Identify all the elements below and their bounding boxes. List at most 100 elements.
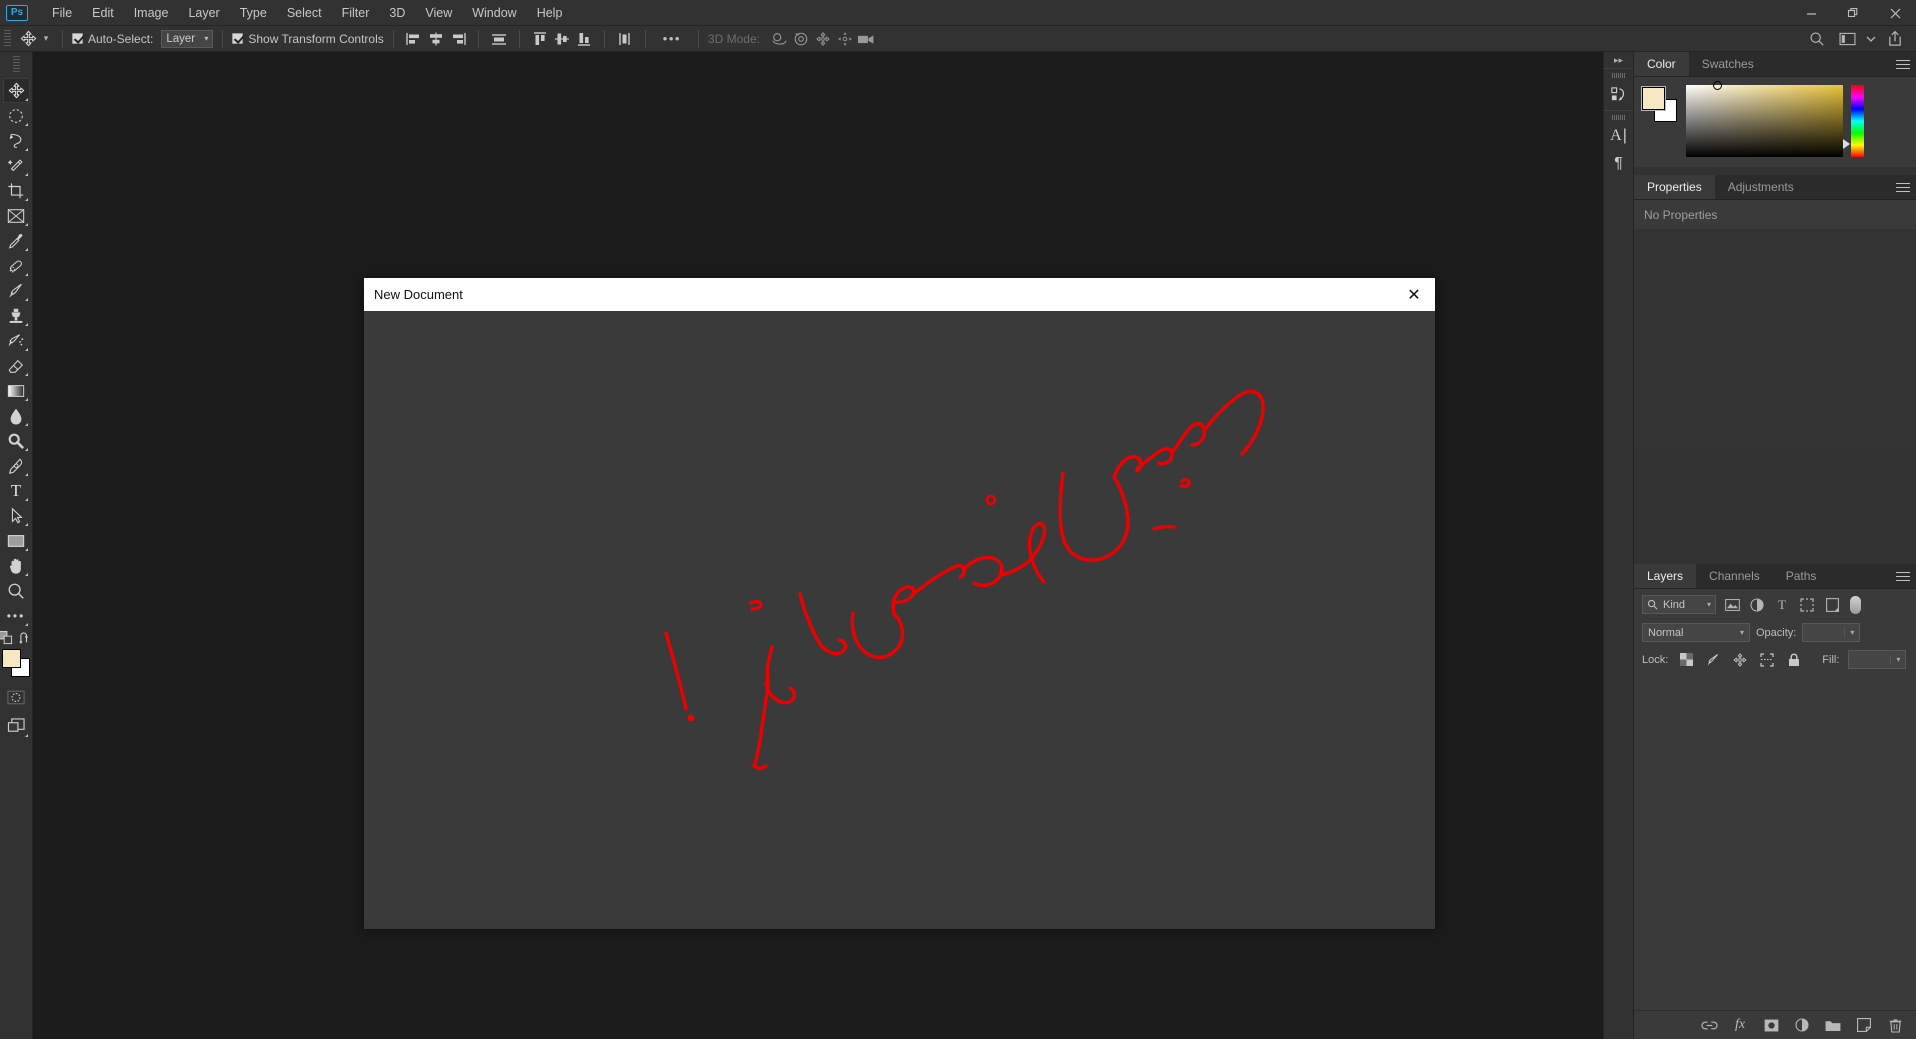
tab-swatches[interactable]: Swatches (1688, 52, 1767, 76)
panel-menu-icon[interactable] (1896, 57, 1910, 71)
pan-3d-icon[interactable] (812, 28, 834, 50)
move-tool-icon[interactable] (17, 28, 39, 50)
new-adjustment-layer-icon[interactable] (1793, 1016, 1811, 1034)
character-icon[interactable]: A | (1604, 122, 1633, 150)
menu-item-layer[interactable]: Layer (178, 2, 229, 24)
dodge-tool[interactable] (3, 428, 30, 453)
tool-preset-chevron-icon[interactable]: ▾ (39, 33, 53, 44)
color-panel-swatches[interactable] (1641, 86, 1678, 123)
panel-group-grip[interactable] (1611, 73, 1626, 78)
frame-tool[interactable] (3, 203, 30, 228)
rectangle-tool[interactable] (3, 528, 30, 553)
document-title-bar[interactable]: New Document ✕ (364, 278, 1435, 311)
lock-transparent-pixels-icon[interactable] (1677, 651, 1695, 669)
tab-color[interactable]: Color (1634, 52, 1689, 76)
menu-item-window[interactable]: Window (462, 2, 526, 24)
fill-field[interactable]: ▾ (1848, 650, 1907, 669)
filter-smart-object-icon[interactable] (1823, 596, 1841, 614)
roll-3d-icon[interactable] (790, 28, 812, 50)
foreground-background-color[interactable] (2, 649, 30, 677)
tab-properties[interactable]: Properties (1634, 175, 1715, 199)
align-bottom-edges-icon[interactable] (573, 28, 595, 50)
eyedropper-tool[interactable] (3, 228, 30, 253)
chevron-down-icon[interactable]: ▾ (1890, 655, 1905, 664)
tab-channels[interactable]: Channels (1696, 564, 1773, 588)
blur-tool[interactable] (3, 403, 30, 428)
layer-style-fx-icon[interactable]: fx (1731, 1016, 1749, 1034)
filter-pixel-icon[interactable] (1723, 596, 1741, 614)
menu-item-image[interactable]: Image (124, 2, 179, 24)
expand-panels-icon[interactable]: ▸▸ (1604, 52, 1633, 68)
lock-position-icon[interactable] (1731, 651, 1749, 669)
show-transform-controls-group[interactable]: Show Transform Controls (232, 32, 384, 46)
blend-mode-dropdown[interactable]: Normal ▾ (1642, 623, 1750, 642)
new-group-icon[interactable] (1824, 1016, 1842, 1034)
options-bar-grip[interactable] (4, 29, 11, 48)
document-canvas[interactable] (364, 311, 1435, 929)
panel-menu-icon[interactable] (1896, 180, 1910, 194)
add-layer-mask-icon[interactable] (1762, 1016, 1780, 1034)
panel-group-grip-2[interactable] (1611, 115, 1626, 120)
align-vertical-centers-icon[interactable] (551, 28, 573, 50)
close-button[interactable] (1874, 0, 1916, 26)
swap-colors-icon[interactable] (19, 631, 33, 645)
gradient-tool[interactable] (3, 378, 30, 403)
screen-mode-icon[interactable] (3, 714, 30, 739)
align-left-edges-icon[interactable] (403, 28, 425, 50)
filter-enable-toggle[interactable] (1850, 595, 1861, 614)
spot-healing-brush-tool[interactable] (3, 253, 30, 278)
align-horizontal-centers-icon[interactable] (425, 28, 447, 50)
filter-adjustment-icon[interactable] (1748, 596, 1766, 614)
auto-select-checkbox[interactable] (72, 33, 83, 44)
lock-all-icon[interactable] (1785, 651, 1803, 669)
history-icon[interactable] (1604, 80, 1633, 108)
auto-select-target-dropdown[interactable]: Layer ▾ (161, 29, 214, 48)
align-top-edges-icon[interactable] (529, 28, 551, 50)
color-cursor-icon[interactable] (1713, 81, 1722, 90)
new-layer-icon[interactable] (1855, 1016, 1873, 1034)
filter-type-icon[interactable]: T (1773, 596, 1791, 614)
menu-item-select[interactable]: Select (277, 2, 332, 24)
share-icon[interactable] (1882, 28, 1908, 50)
search-icon[interactable] (1804, 28, 1830, 50)
opacity-value[interactable] (1803, 624, 1844, 641)
menu-item-view[interactable]: View (415, 2, 462, 24)
path-selection-tool[interactable] (3, 503, 30, 528)
menu-item-file[interactable]: File (42, 2, 82, 24)
delete-layer-icon[interactable] (1886, 1016, 1904, 1034)
move-tool[interactable] (2, 78, 30, 103)
menu-item-help[interactable]: Help (527, 2, 573, 24)
magic-wand-tool[interactable] (3, 153, 30, 178)
distribute-vertically-icon[interactable] (614, 28, 636, 50)
lock-artboard-nesting-icon[interactable] (1758, 651, 1776, 669)
lock-image-pixels-icon[interactable] (1704, 651, 1722, 669)
tab-layers[interactable]: Layers (1634, 564, 1697, 588)
elliptical-marquee-tool[interactable] (3, 103, 30, 128)
tab-paths[interactable]: Paths (1772, 564, 1830, 588)
more-options-button[interactable]: ••• (655, 31, 689, 46)
chevron-down-icon[interactable] (1864, 28, 1878, 50)
minimize-button[interactable] (1790, 0, 1832, 26)
chevron-down-icon[interactable]: ▾ (1844, 628, 1859, 637)
link-layers-icon[interactable] (1700, 1016, 1718, 1034)
hue-slider[interactable] (1843, 85, 1864, 157)
camera-3d-icon[interactable] (856, 28, 878, 50)
pen-tool[interactable] (3, 453, 30, 478)
menu-item-type[interactable]: Type (230, 2, 277, 24)
color-panel-foreground-swatch[interactable] (1641, 86, 1666, 111)
hand-tool[interactable] (3, 553, 30, 578)
menu-item-edit[interactable]: Edit (82, 2, 124, 24)
menu-item-filter[interactable]: Filter (332, 2, 380, 24)
layer-filter-kind-dropdown[interactable]: Kind ▾ (1642, 595, 1716, 614)
history-brush-tool[interactable] (3, 328, 30, 353)
foreground-color-swatch[interactable] (2, 649, 21, 668)
slide-3d-icon[interactable] (834, 28, 856, 50)
maximize-button[interactable] (1832, 0, 1874, 26)
show-transform-controls-checkbox[interactable] (232, 33, 244, 44)
type-tool[interactable]: T (3, 478, 30, 503)
opacity-field[interactable]: ▾ (1802, 623, 1861, 642)
panel-menu-icon[interactable] (1896, 569, 1910, 583)
quick-mask-icon[interactable] (3, 685, 30, 710)
toolbar-grip[interactable] (12, 56, 20, 74)
fill-value[interactable] (1849, 651, 1890, 668)
